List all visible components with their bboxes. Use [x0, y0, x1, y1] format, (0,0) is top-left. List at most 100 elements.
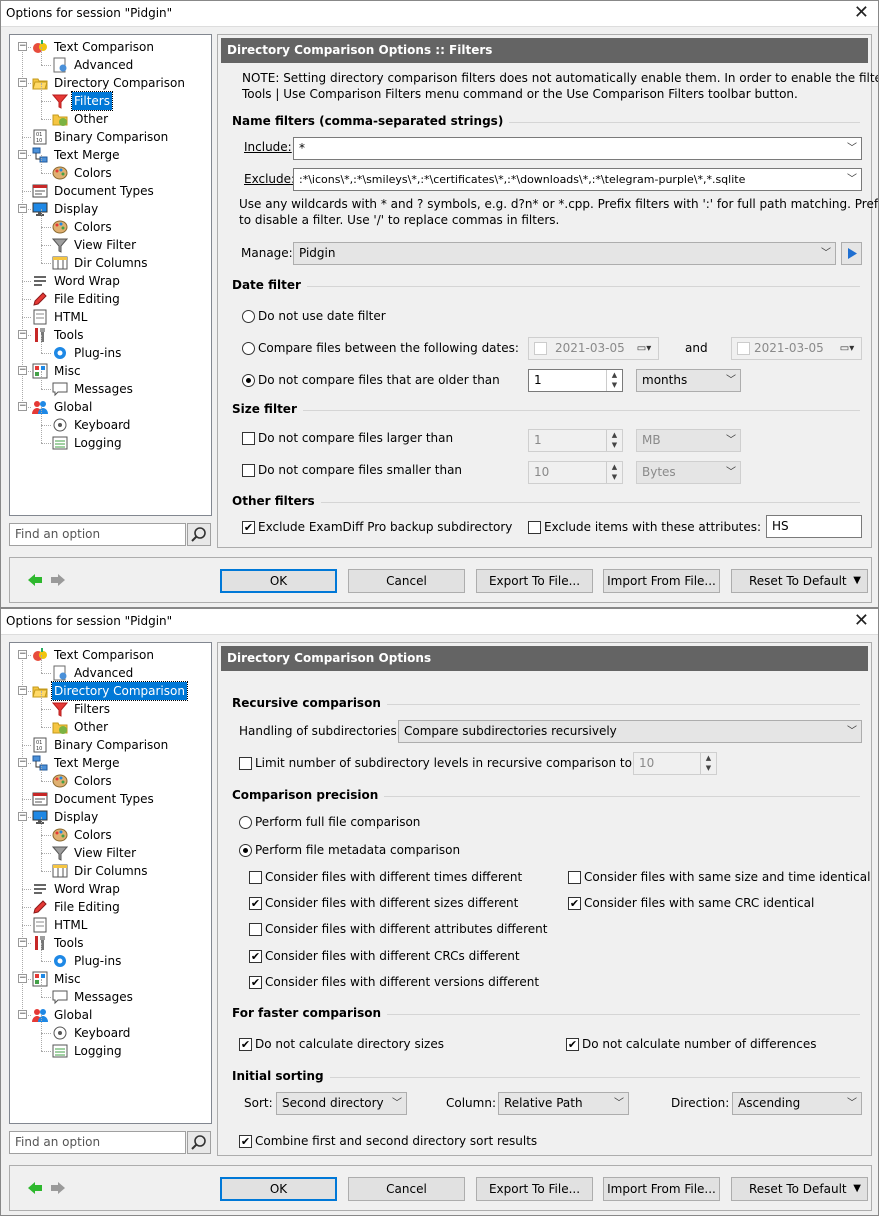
exclude-backup-checkbox[interactable]: ✔	[242, 521, 255, 534]
spin-arrows-icon[interactable]: ▲ ▼	[700, 753, 716, 774]
chevron-down-icon[interactable]: ﹀	[817, 243, 835, 264]
collapse-icon[interactable]: −	[18, 758, 27, 767]
collapse-icon[interactable]: −	[18, 78, 27, 87]
forward-arrow-icon[interactable]	[50, 1180, 66, 1196]
larger-unit-combo[interactable]: MB ﹀	[636, 429, 741, 452]
calendar-dropdown-icon[interactable]: ▭▾	[833, 338, 861, 359]
tree-item-text-merge[interactable]: − Text Merge	[10, 146, 210, 164]
older-than-radio[interactable]	[242, 374, 255, 387]
attributes-input[interactable]: HS	[766, 515, 862, 538]
tree-item-advanced[interactable]: Advanced	[10, 47, 210, 74]
handling-combo[interactable]: Compare subdirectories recursively ﹀	[398, 720, 862, 743]
same-size-time-checkbox[interactable]	[568, 871, 581, 884]
tree-item-colors[interactable]: Colors	[10, 817, 210, 844]
collapse-icon[interactable]: −	[18, 204, 27, 213]
tree-item-misc[interactable]: − Misc	[10, 970, 210, 988]
exclude-attributes-checkbox[interactable]	[528, 521, 541, 534]
date-from-checkbox[interactable]	[534, 342, 547, 355]
limit-levels-spinner[interactable]: 10 ▲ ▼	[633, 752, 717, 775]
tree-item-directory-comparison[interactable]: − Directory Comparison	[10, 681, 210, 701]
options-tree[interactable]: − Text Comparison Advanced − Directory Compa…	[9, 34, 212, 516]
date-from-picker[interactable]: 2021-03-05 ▭▾	[528, 337, 659, 360]
spin-arrows-icon[interactable]: ▲ ▼	[606, 370, 622, 391]
find-button[interactable]	[187, 523, 211, 546]
tree-item-keyboard[interactable]: Keyboard	[10, 1015, 210, 1042]
smaller-than-spinner[interactable]: 10 ▲ ▼	[528, 461, 623, 484]
collapse-icon[interactable]: −	[18, 938, 27, 947]
between-dates-radio[interactable]	[242, 342, 255, 355]
spin-arrows-icon[interactable]: ▲ ▼	[606, 462, 622, 483]
tree-item-text-merge[interactable]: − Text Merge	[10, 754, 210, 772]
collapse-icon[interactable]: −	[18, 812, 27, 821]
spin-arrows-icon[interactable]: ▲ ▼	[606, 430, 622, 451]
tree-item-tools[interactable]: − Tools	[10, 326, 210, 344]
cancel-button[interactable]: Cancel	[348, 569, 465, 593]
tree-item-word-wrap[interactable]: Word Wrap	[10, 880, 210, 898]
tree-item-messages[interactable]: Messages	[10, 371, 210, 398]
date-to-checkbox[interactable]	[737, 342, 750, 355]
date-to-picker[interactable]: 2021-03-05 ▭▾	[731, 337, 862, 360]
tree-item-document-types[interactable]: Document Types	[10, 790, 210, 808]
collapse-icon[interactable]: −	[18, 650, 27, 659]
tree-item-text-comparison[interactable]: − Text Comparison	[10, 646, 210, 664]
close-icon[interactable]: ✕	[854, 2, 869, 24]
collapse-icon[interactable]: −	[18, 1010, 27, 1019]
ok-button[interactable]: OK	[220, 569, 337, 593]
manage-combo[interactable]: Pidgin ﹀	[293, 242, 836, 265]
options-tree[interactable]: − Text Comparison Advanced − Directory Compa…	[9, 642, 212, 1124]
tree-item-word-wrap[interactable]: Word Wrap	[10, 272, 210, 290]
collapse-icon[interactable]: −	[18, 686, 27, 695]
tree-item-advanced[interactable]: Advanced	[10, 655, 210, 682]
chevron-down-icon[interactable]: ﹀	[610, 1093, 628, 1114]
tree-item-filters[interactable]: Filters	[10, 83, 210, 111]
chevron-down-icon[interactable]: ﹀	[388, 1093, 406, 1114]
tree-item-messages[interactable]: Messages	[10, 979, 210, 1006]
exclude-combo[interactable]: :*\icons\*,:*\smileys\*,:*\certificates\…	[293, 168, 862, 191]
older-than-spinner[interactable]: 1 ▲ ▼	[528, 369, 623, 392]
dropdown-triangle-icon[interactable]: ▼	[853, 1178, 861, 1200]
chevron-down-icon[interactable]: ﹀	[843, 721, 861, 742]
back-arrow-icon[interactable]	[27, 1180, 43, 1196]
collapse-icon[interactable]: −	[18, 402, 27, 411]
crcs-different-checkbox[interactable]: ✔	[249, 950, 262, 963]
tree-item-display[interactable]: − Display	[10, 808, 210, 826]
tree-item-keyboard[interactable]: Keyboard	[10, 407, 210, 434]
tree-item-misc[interactable]: − Misc	[10, 362, 210, 380]
collapse-icon[interactable]: −	[18, 330, 27, 339]
chevron-down-icon[interactable]: ﹀	[722, 370, 740, 391]
tree-item-dir-columns[interactable]: Dir Columns	[10, 245, 210, 272]
import-button[interactable]: Import From File...	[603, 569, 720, 593]
collapse-icon[interactable]: −	[18, 366, 27, 375]
collapse-icon[interactable]: −	[18, 974, 27, 983]
metadata-comparison-radio[interactable]	[239, 844, 252, 857]
smaller-than-checkbox[interactable]	[242, 464, 255, 477]
calendar-dropdown-icon[interactable]: ▭▾	[630, 338, 658, 359]
tree-item-tools[interactable]: − Tools	[10, 934, 210, 952]
tree-item-file-editing[interactable]: File Editing	[10, 898, 210, 916]
versions-different-checkbox[interactable]: ✔	[249, 976, 262, 989]
times-different-checkbox[interactable]	[249, 871, 262, 884]
import-button[interactable]: Import From File...	[603, 1177, 720, 1201]
tree-item-plug-ins[interactable]: Plug-ins	[10, 943, 210, 970]
tree-item-html[interactable]: HTML	[10, 916, 210, 934]
ok-button[interactable]: OK	[220, 1177, 337, 1201]
smaller-unit-combo[interactable]: Bytes ﹀	[636, 461, 741, 484]
attributes-different-checkbox[interactable]	[249, 923, 262, 936]
collapse-icon[interactable]: −	[18, 150, 27, 159]
tree-item-global[interactable]: − Global	[10, 1006, 210, 1024]
tree-item-dir-columns[interactable]: Dir Columns	[10, 853, 210, 880]
no-num-diffs-checkbox[interactable]: ✔	[566, 1038, 579, 1051]
find-button[interactable]	[187, 1131, 211, 1154]
find-option-input[interactable]: Find an option	[9, 1131, 186, 1154]
manage-menu-button[interactable]	[841, 242, 862, 265]
chevron-down-icon[interactable]: ﹀	[843, 138, 861, 159]
chevron-down-icon[interactable]: ﹀	[722, 462, 740, 483]
cancel-button[interactable]: Cancel	[348, 1177, 465, 1201]
tree-item-other[interactable]: Other	[10, 101, 210, 128]
tree-item-document-types[interactable]: Document Types	[10, 182, 210, 200]
export-button[interactable]: Export To File...	[476, 569, 593, 593]
forward-arrow-icon[interactable]	[50, 572, 66, 588]
no-dir-sizes-checkbox[interactable]: ✔	[239, 1038, 252, 1051]
sizes-different-checkbox[interactable]: ✔	[249, 897, 262, 910]
tree-item-logging[interactable]: Logging	[10, 425, 210, 452]
